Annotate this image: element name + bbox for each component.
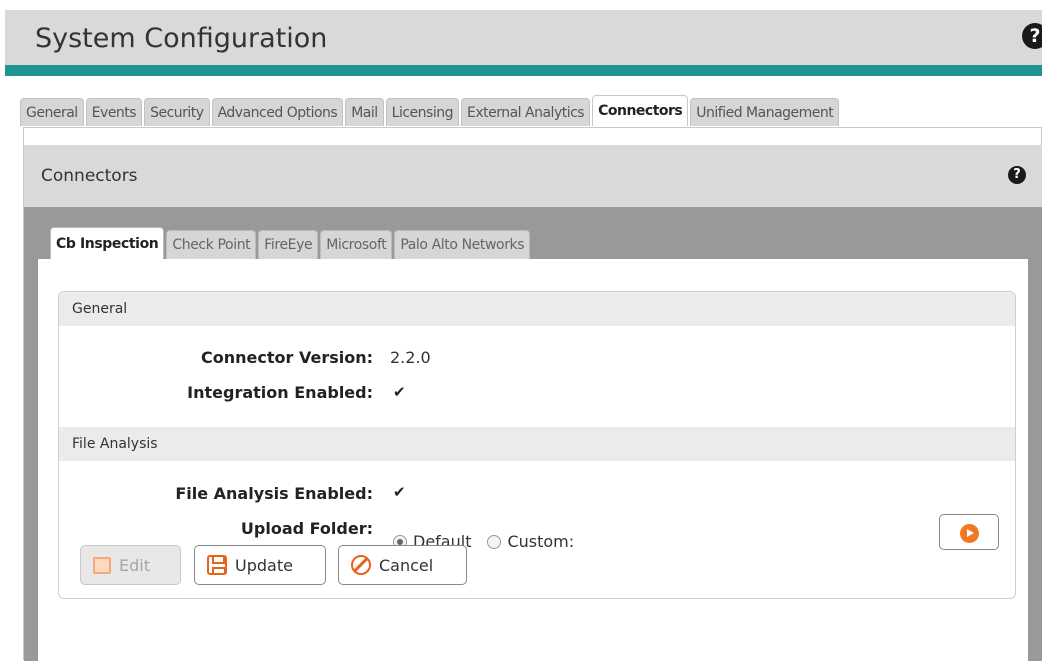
- edit-button[interactable]: Edit: [80, 545, 181, 585]
- tab-fireeye[interactable]: FireEye: [258, 230, 319, 259]
- tab-licensing[interactable]: Licensing: [385, 98, 459, 126]
- save-icon: [207, 555, 227, 575]
- section-header: Connectors ?: [24, 145, 1042, 207]
- tab-check-point[interactable]: Check Point: [166, 230, 257, 259]
- tab-security[interactable]: Security: [144, 98, 210, 126]
- tab-advanced-options[interactable]: Advanced Options: [211, 98, 344, 126]
- edit-button-label: Edit: [119, 555, 150, 575]
- tab-connectors[interactable]: Connectors: [592, 95, 689, 126]
- page-header: System Configuration ?: [5, 10, 1042, 65]
- page-title: System Configuration: [35, 23, 328, 54]
- connector-tabs-area: Cb Inspection Check Point FireEye Micros…: [24, 207, 1042, 661]
- cb-inspection-content: General Connector Version: 2.2.0 Integra…: [38, 259, 1028, 661]
- integration-enabled-checkbox[interactable]: ✔: [393, 384, 409, 400]
- tab-microsoft[interactable]: Microsoft: [320, 230, 393, 259]
- upload-folder-label: Upload Folder:: [240, 519, 373, 538]
- group-header-general: General: [59, 292, 1015, 326]
- tab-unified-management[interactable]: Unified Management: [690, 98, 840, 126]
- radio-custom-label[interactable]: Custom:: [507, 532, 574, 551]
- tab-cb-inspection[interactable]: Cb Inspection: [50, 227, 165, 259]
- group-header-file-analysis: File Analysis: [59, 427, 1015, 461]
- connector-tab-bar: Cb Inspection Check Point FireEye Micros…: [50, 227, 532, 259]
- tab-general[interactable]: General: [20, 98, 84, 126]
- cancel-button[interactable]: Cancel: [338, 545, 467, 585]
- update-button[interactable]: Update: [194, 545, 326, 585]
- run-button[interactable]: [939, 514, 999, 550]
- connector-version-value: 2.2.0: [390, 348, 431, 367]
- integration-enabled-label: Integration Enabled:: [187, 383, 373, 402]
- top-tab-bar: General Events Security Advanced Options…: [20, 95, 841, 127]
- tab-events[interactable]: Events: [85, 98, 143, 126]
- tab-palo-alto-networks[interactable]: Palo Alto Networks: [394, 230, 531, 259]
- update-button-label: Update: [235, 555, 293, 575]
- edit-icon: [93, 556, 111, 574]
- connector-version-label: Connector Version:: [201, 348, 373, 367]
- section-title: Connectors: [41, 166, 138, 186]
- help-icon[interactable]: ?: [1008, 166, 1026, 184]
- header-accent-bar: [5, 65, 1042, 76]
- play-icon: [960, 524, 979, 543]
- cancel-button-label: Cancel: [379, 555, 434, 575]
- radio-custom[interactable]: [487, 534, 502, 549]
- file-analysis-enabled-label: File Analysis Enabled:: [175, 484, 373, 503]
- file-analysis-enabled-checkbox[interactable]: ✔: [393, 484, 409, 500]
- tab-mail[interactable]: Mail: [345, 98, 384, 126]
- tab-external-analytics[interactable]: External Analytics: [460, 98, 591, 126]
- cancel-icon: [351, 555, 371, 575]
- help-icon[interactable]: ?: [1022, 23, 1042, 49]
